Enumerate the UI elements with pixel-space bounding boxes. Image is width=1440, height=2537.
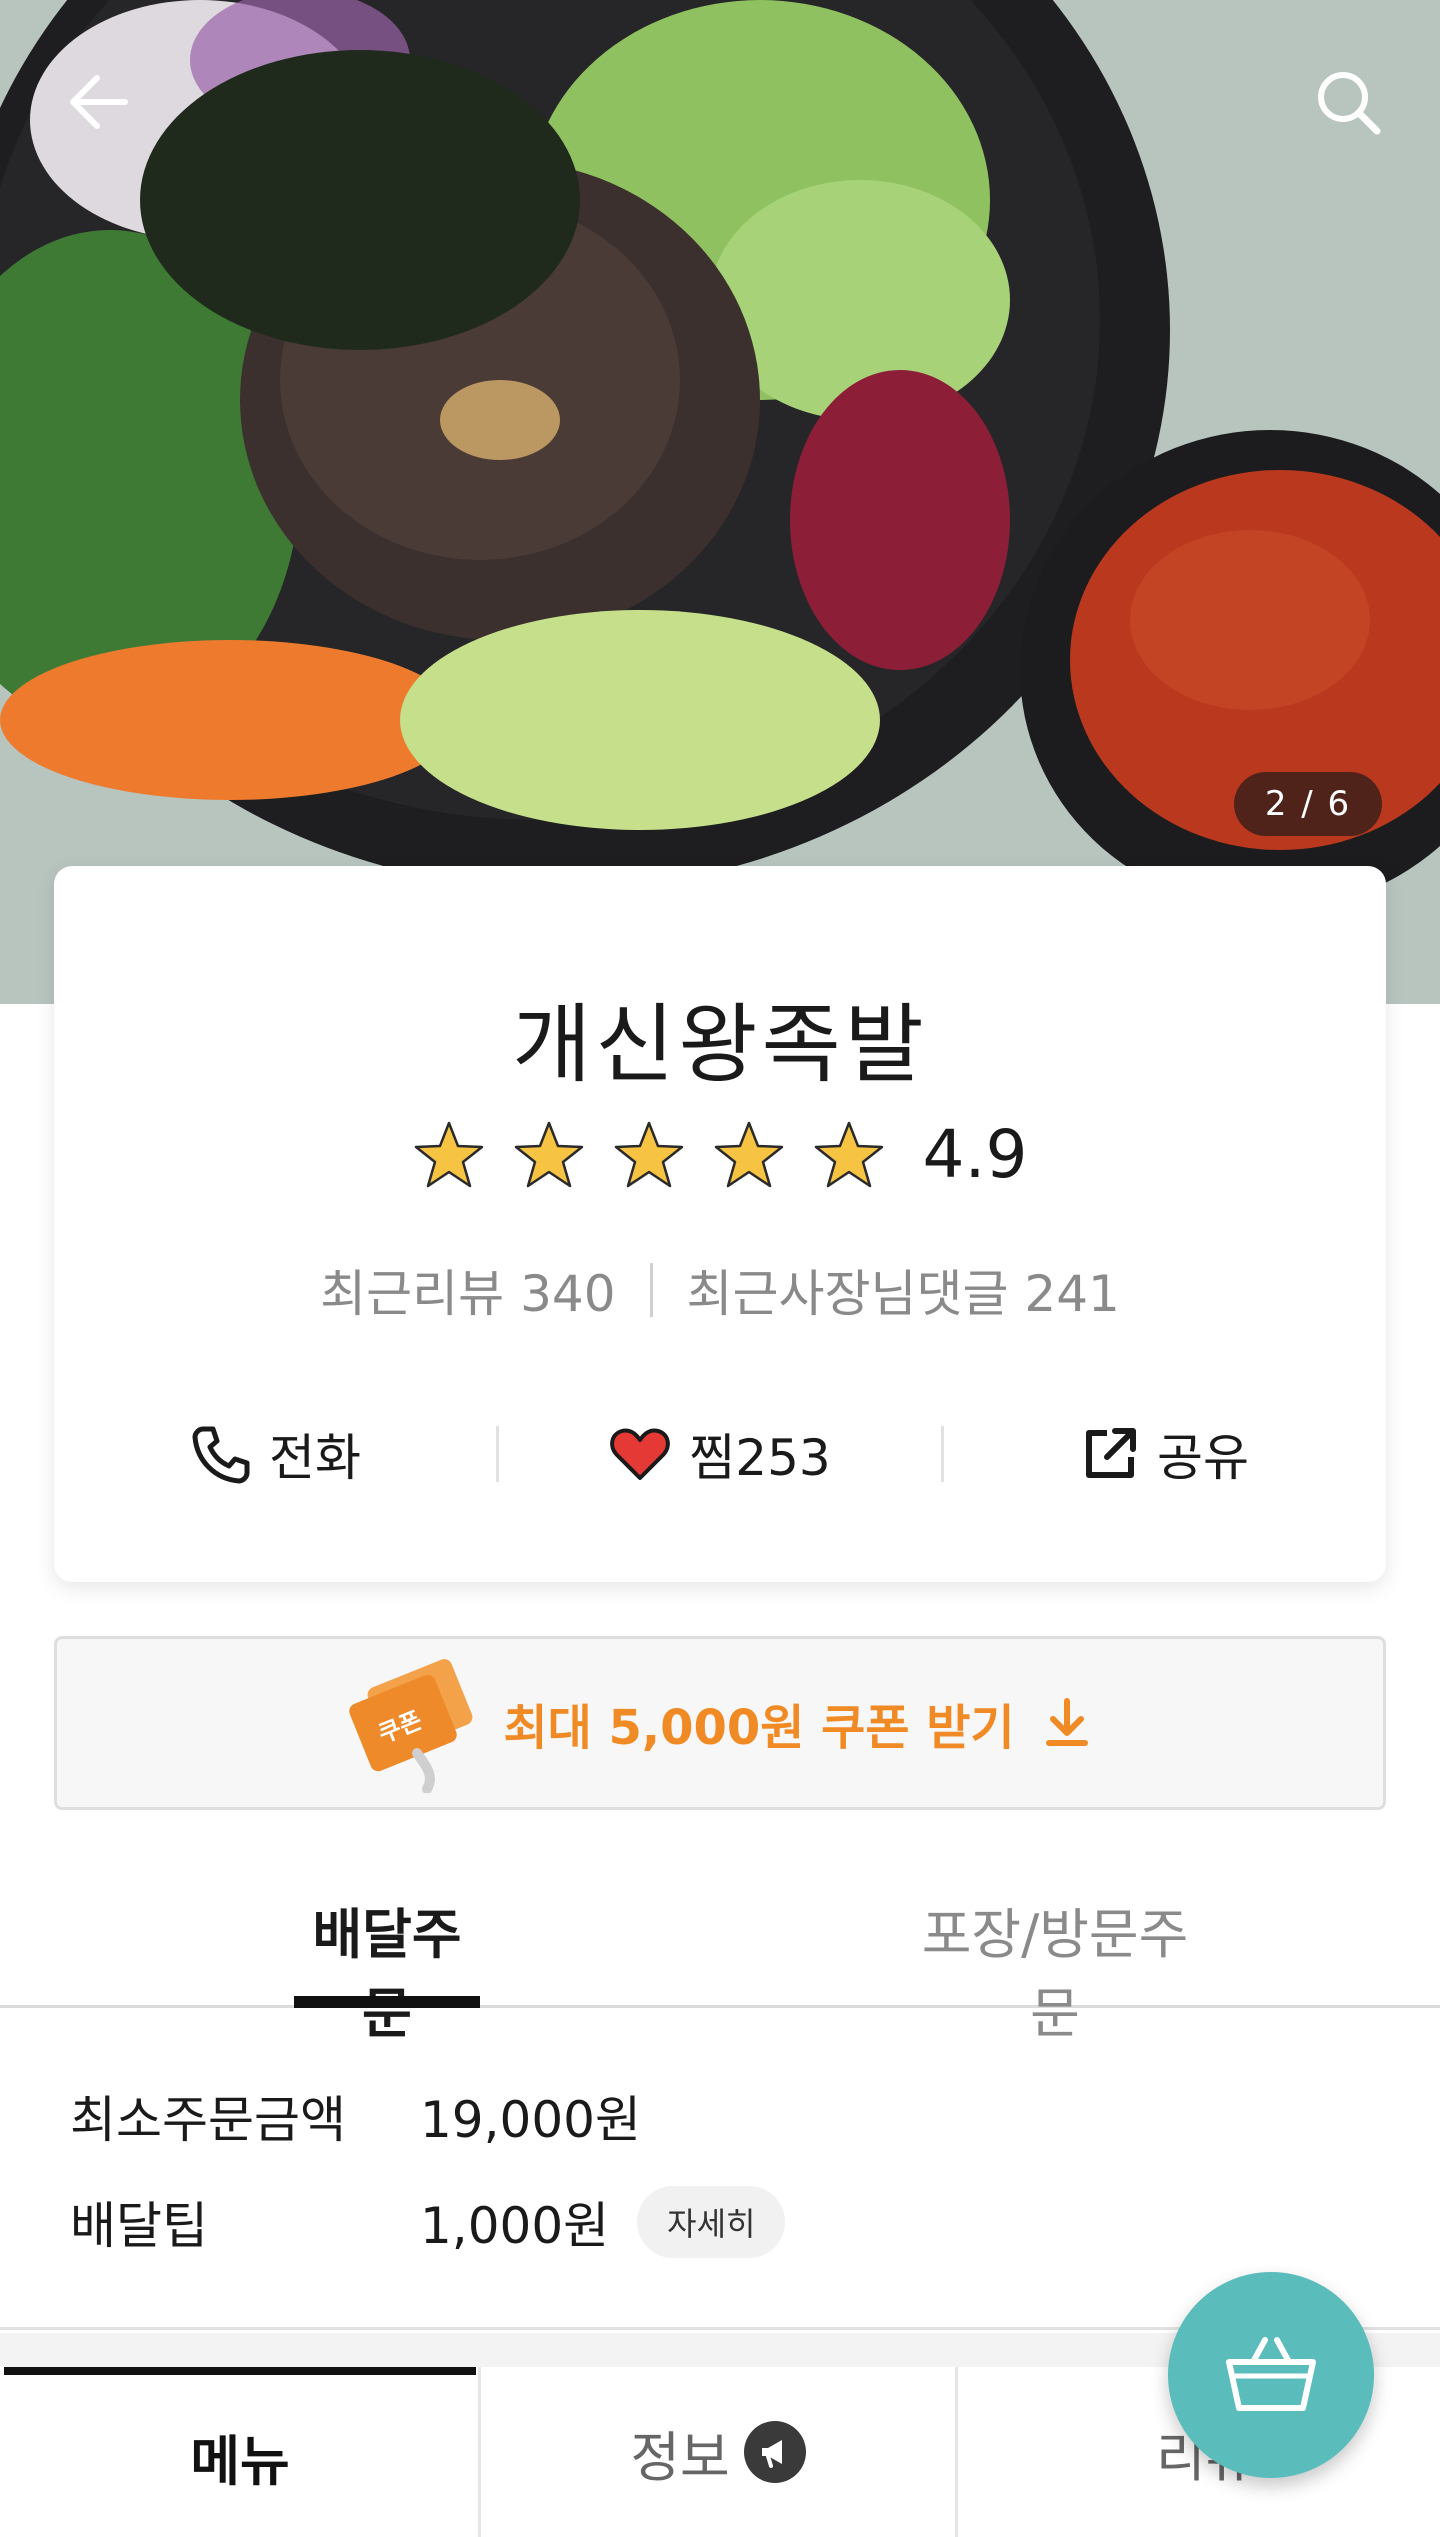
star-icon	[514, 1121, 583, 1187]
tab-menu[interactable]: 메뉴	[4, 2367, 476, 2537]
review-stats[interactable]: 최근리뷰 340 최근사장님댓글 241	[54, 1254, 1386, 1326]
delivery-tip-row: 배달팁 1,000원 자세히	[70, 2186, 786, 2258]
review-divider	[649, 1263, 653, 1317]
share-label: 공유	[1157, 1429, 1249, 1487]
order-type-tabs: 배달주문 포장/방문주문	[0, 1870, 1440, 2045]
delivery-tip-detail-button[interactable]: 자세히	[637, 2186, 786, 2258]
recent-review-count[interactable]: 최근리뷰 340	[320, 1254, 615, 1326]
like-label: 찜253	[689, 1429, 831, 1487]
active-tab-indicator	[294, 1996, 480, 2008]
store-info-card: 개신왕족발 4.9 최근리뷰 340 최근사장님댓글 241 전화 찜253 공…	[54, 866, 1386, 1582]
cart-button[interactable]	[1168, 2272, 1374, 2478]
call-button[interactable]: 전화	[54, 1394, 496, 1514]
delivery-tip-label: 배달팁	[70, 2197, 208, 2255]
share-button[interactable]: 공유	[944, 1394, 1386, 1514]
photo-pager: 2 / 6	[1234, 772, 1382, 836]
star-icon	[714, 1121, 783, 1187]
store-actions: 전화 찜253 공유	[54, 1394, 1386, 1514]
coupon-banner[interactable]: 쿠폰 최대 5,000원 쿠폰 받기	[54, 1636, 1386, 1810]
store-name: 개신왕족발	[512, 995, 928, 1095]
search-icon	[1318, 72, 1381, 135]
cart-basket-icon	[1226, 2337, 1316, 2411]
tab-info-label: 정보	[630, 2425, 730, 2489]
tab-menu-label: 메뉴	[190, 2429, 290, 2493]
order-fee-info: 최소주문금액 19,000원 배달팁 1,000원 자세히	[0, 2008, 1440, 2330]
search-button[interactable]	[1306, 60, 1390, 144]
like-button[interactable]: 찜253	[499, 1394, 941, 1514]
phone-icon	[192, 1426, 250, 1484]
star-icon	[614, 1121, 683, 1187]
share-icon	[1086, 1428, 1136, 1478]
back-button[interactable]	[56, 60, 140, 144]
delivery-tip-value: 1,000원	[420, 2197, 610, 2255]
tab-info[interactable]: 정보	[478, 2367, 958, 2537]
rating-value: 4.9	[922, 1116, 1028, 1193]
coupon-ticket-icon: 쿠폰	[349, 1659, 473, 1793]
back-arrow-icon	[70, 75, 128, 129]
coupon-label: 최대 5,000원 쿠폰 받기	[503, 1700, 1015, 1756]
min-order-row: 최소주문금액 19,000원	[70, 2080, 641, 2152]
hero-photo[interactable]: 2 / 6	[0, 0, 1440, 1004]
heart-icon	[610, 1428, 671, 1480]
megaphone-icon	[743, 2421, 806, 2483]
call-label: 전화	[269, 1429, 361, 1487]
min-order-value: 19,000원	[420, 2091, 641, 2149]
food-photo	[0, 0, 1440, 1004]
star-icon	[814, 1121, 883, 1187]
min-order-label: 최소주문금액	[70, 2091, 346, 2149]
recent-owner-reply-count[interactable]: 최근사장님댓글 241	[687, 1254, 1120, 1326]
download-arrow-icon	[1045, 1698, 1088, 1746]
rating-row: 4.9	[54, 1116, 1386, 1193]
star-icon	[414, 1121, 483, 1187]
